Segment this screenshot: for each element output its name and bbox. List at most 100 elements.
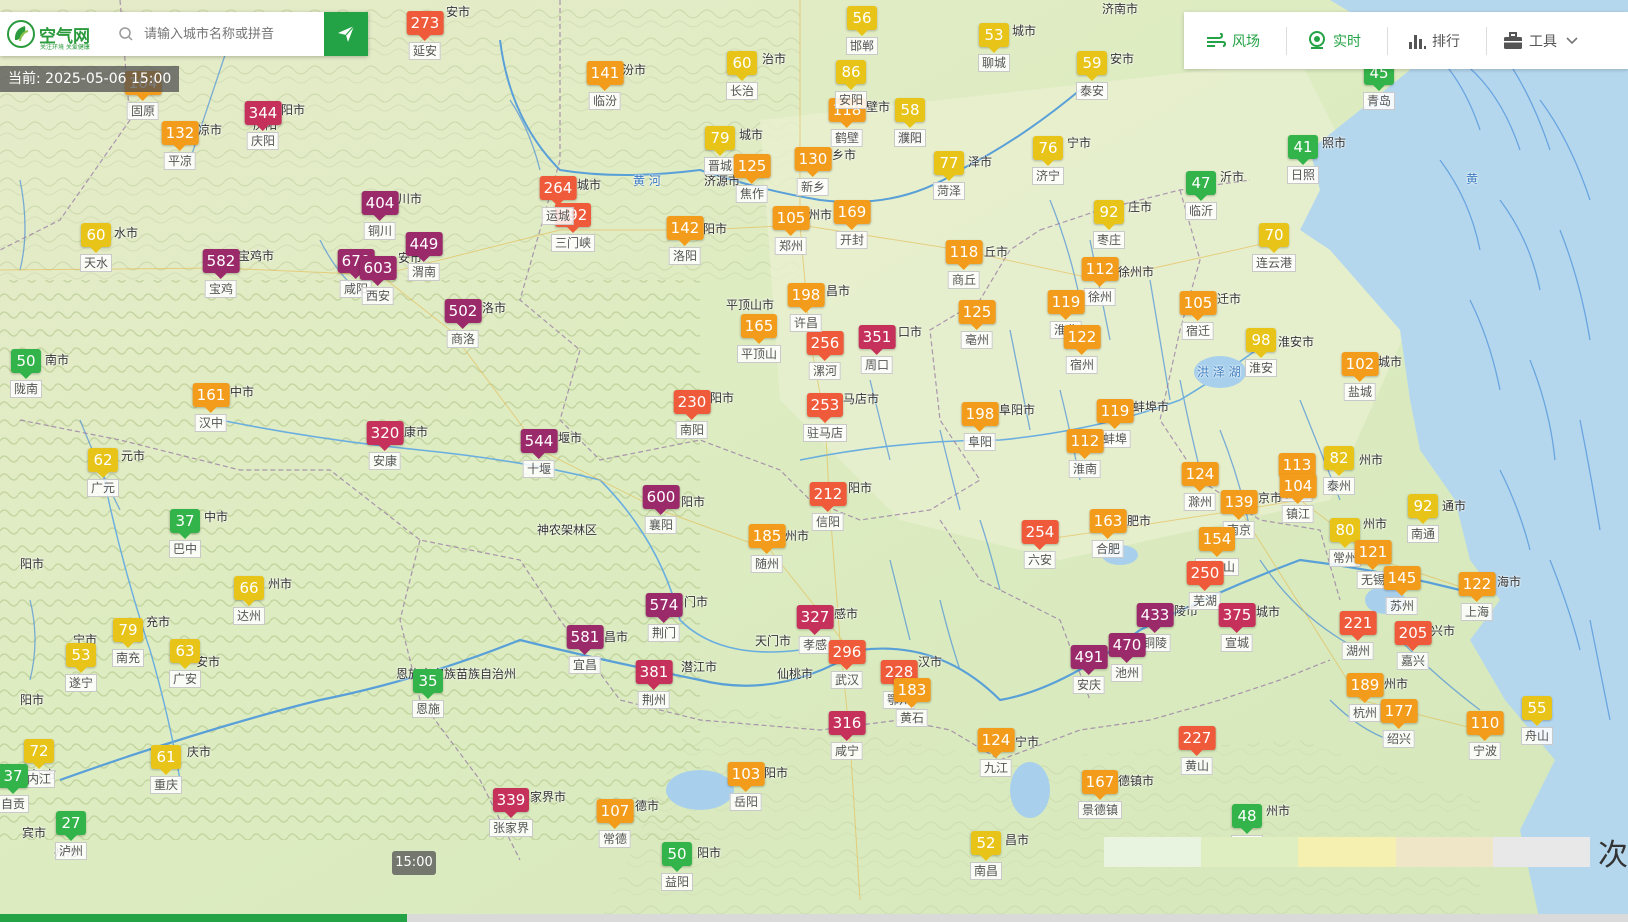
aqi-station-marker[interactable]: 198 许昌 bbox=[787, 283, 825, 332]
aqi-station-marker[interactable]: 77 菏泽 bbox=[932, 151, 966, 200]
search-submit-button[interactable] bbox=[324, 12, 368, 56]
aqi-station-marker[interactable]: 491 安庆 bbox=[1070, 645, 1108, 694]
aqi-station-marker[interactable]: 55 舟山 bbox=[1520, 696, 1554, 745]
aqi-station-marker[interactable]: 142 洛阳 bbox=[666, 216, 704, 265]
aqi-station-marker[interactable]: 316 咸宁 bbox=[828, 711, 866, 760]
aqi-station-marker[interactable]: 502 商洛 bbox=[444, 299, 482, 348]
aqi-station-marker[interactable]: 122 宿州 bbox=[1063, 325, 1101, 374]
aqi-station-marker[interactable]: 98 淮安 bbox=[1244, 328, 1278, 377]
aqi-station-marker[interactable]: 169 开封 bbox=[833, 200, 871, 249]
aqi-station-marker[interactable]: 105 宿迁 bbox=[1179, 291, 1217, 340]
aqi-station-marker[interactable]: 189 杭州 bbox=[1346, 673, 1384, 722]
aqi-station-marker[interactable]: 581 宜昌 bbox=[566, 625, 604, 674]
aqi-station-marker[interactable]: 50 陇南 bbox=[9, 349, 43, 398]
aqi-station-marker[interactable]: 381 荆州 bbox=[635, 660, 673, 709]
aqi-station-marker[interactable]: 351 周口 bbox=[858, 325, 896, 374]
aqi-station-marker[interactable]: 59 泰安 bbox=[1075, 51, 1109, 100]
aqi-station-marker[interactable]: 105 郑州 bbox=[772, 206, 810, 255]
aqi-station-marker[interactable]: 27 泸州 bbox=[54, 811, 88, 860]
aqi-station-marker[interactable]: 112 徐州 bbox=[1081, 257, 1119, 306]
site-logo[interactable]: 空气网 关注环境 关爱健康 bbox=[0, 12, 106, 56]
aqi-station-marker[interactable]: 62 广元 bbox=[86, 448, 120, 497]
aqi-station-marker[interactable]: 102 盐城 bbox=[1341, 352, 1379, 401]
aqi-station-marker[interactable]: 404 铜川 bbox=[361, 191, 399, 240]
aqi-station-marker[interactable]: 574 荆门 bbox=[645, 593, 683, 642]
aqi-station-marker[interactable]: 107 常德 bbox=[596, 799, 634, 848]
aqi-station-marker[interactable]: 124 九江 bbox=[977, 728, 1015, 777]
aqi-station-marker[interactable]: 122 上海 bbox=[1458, 572, 1496, 621]
aqi-station-marker[interactable]: 449 渭南 bbox=[405, 232, 443, 281]
aqi-station-marker[interactable]: 37 巴中 bbox=[168, 509, 202, 558]
aqi-station-marker[interactable]: 582 宝鸡 bbox=[202, 249, 240, 298]
aqi-station-marker[interactable]: 76 济宁 bbox=[1031, 136, 1065, 185]
timeline-slider[interactable] bbox=[0, 914, 1628, 922]
aqi-station-marker[interactable]: 37 自贡 bbox=[0, 764, 30, 813]
aqi-station-marker[interactable]: 125 焦作 bbox=[733, 154, 771, 203]
aqi-station-marker[interactable]: 470 池州 bbox=[1108, 633, 1146, 682]
aqi-station-marker[interactable]: 52 南昌 bbox=[969, 831, 1003, 880]
aqi-station-marker[interactable]: 92 南通 bbox=[1406, 494, 1440, 543]
aqi-station-marker[interactable]: 296 武汉 bbox=[828, 640, 866, 689]
aqi-station-marker[interactable]: 41 日照 bbox=[1286, 135, 1320, 184]
ranking-button[interactable]: 排行 bbox=[1408, 12, 1460, 69]
aqi-station-marker[interactable]: 110 宁波 bbox=[1466, 711, 1504, 760]
aqi-station-marker[interactable]: 92 枣庄 bbox=[1092, 200, 1126, 249]
aqi-station-marker[interactable]: 70 连云港 bbox=[1251, 223, 1297, 272]
aqi-station-marker[interactable]: 212 信阳 bbox=[809, 482, 847, 531]
aqi-station-marker[interactable]: 56 邯郸 bbox=[845, 6, 879, 55]
city-search-input[interactable] bbox=[142, 18, 326, 50]
aqi-station-marker[interactable]: 320 安康 bbox=[366, 421, 404, 470]
aqi-station-marker[interactable]: 161 汉中 bbox=[192, 383, 230, 432]
aqi-station-marker[interactable]: 104 镇江 bbox=[1279, 474, 1317, 523]
aqi-station-marker[interactable]: 60 天水 bbox=[79, 223, 113, 272]
aqi-station-marker[interactable]: 165 平顶山 bbox=[736, 314, 782, 363]
aqi-station-marker[interactable]: 58 濮阳 bbox=[893, 98, 927, 147]
aqi-station-marker[interactable]: 230 南阳 bbox=[673, 390, 711, 439]
aqi-station-marker[interactable]: 141 临汾 bbox=[586, 61, 624, 110]
aqi-station-marker[interactable]: 254 六安 bbox=[1021, 520, 1059, 569]
aqi-station-marker[interactable]: 221 湖州 bbox=[1339, 611, 1377, 660]
aqi-station-marker[interactable]: 256 漯河 bbox=[806, 331, 844, 380]
aqi-station-marker[interactable]: 50 益阳 bbox=[660, 842, 694, 891]
aqi-station-marker[interactable]: 205 嘉兴 bbox=[1394, 621, 1432, 670]
aqi-station-marker[interactable]: 47 临沂 bbox=[1184, 171, 1218, 220]
aqi-station-marker[interactable]: 339 张家界 bbox=[488, 788, 534, 837]
tools-dropdown[interactable]: 工具 bbox=[1503, 12, 1579, 69]
aqi-station-marker[interactable]: 79 晋城 bbox=[703, 126, 737, 175]
aqi-station-marker[interactable]: 79 南充 bbox=[111, 618, 145, 667]
aqi-station-marker[interactable]: 253 驻马店 bbox=[802, 393, 848, 442]
aqi-station-marker[interactable]: 145 苏州 bbox=[1383, 566, 1421, 615]
aqi-station-marker[interactable]: 167 景德镇 bbox=[1077, 770, 1123, 819]
aqi-station-marker[interactable]: 53 遂宁 bbox=[64, 643, 98, 692]
aqi-station-marker[interactable]: 118 商丘 bbox=[945, 240, 983, 289]
aqi-station-marker[interactable]: 132 平凉 bbox=[161, 121, 199, 170]
aqi-station-marker[interactable]: 86 安阳 bbox=[834, 60, 868, 109]
aqi-station-marker[interactable]: 112 淮南 bbox=[1066, 429, 1104, 478]
aqi-station-marker[interactable]: 603 西安 bbox=[359, 256, 397, 305]
aqi-station-marker[interactable]: 124 滁州 bbox=[1181, 462, 1219, 511]
aqi-station-marker[interactable]: 66 达州 bbox=[232, 576, 266, 625]
aqi-station-marker[interactable]: 53 聊城 bbox=[977, 23, 1011, 72]
aqi-station-marker[interactable]: 273 延安 bbox=[406, 11, 444, 60]
aqi-station-marker[interactable]: 375 宣城 bbox=[1218, 603, 1256, 652]
aqi-station-marker[interactable]: 82 泰州 bbox=[1322, 446, 1356, 495]
aqi-station-marker[interactable]: 227 黄山 bbox=[1178, 726, 1216, 775]
aqi-station-marker[interactable]: 264 运城 bbox=[539, 176, 577, 225]
aqi-station-marker[interactable]: 183 黄石 bbox=[893, 678, 931, 727]
aqi-station-marker[interactable]: 198 阜阳 bbox=[961, 402, 999, 451]
aqi-station-marker[interactable]: 35 恩施 bbox=[411, 669, 445, 718]
aqi-station-marker[interactable]: 60 长治 bbox=[725, 51, 759, 100]
aqi-station-marker[interactable]: 63 广安 bbox=[168, 639, 202, 688]
aqi-station-marker[interactable]: 544 十堰 bbox=[520, 429, 558, 478]
aqi-station-marker[interactable]: 185 随州 bbox=[748, 524, 786, 573]
aqi-station-marker[interactable]: 125 亳州 bbox=[958, 300, 996, 349]
wind-toggle-button[interactable]: 风场 bbox=[1206, 12, 1260, 69]
aqi-station-marker[interactable]: 344 庆阳 bbox=[244, 101, 282, 150]
aqi-station-marker[interactable]: 600 襄阳 bbox=[642, 485, 680, 534]
aqi-station-marker[interactable]: 177 绍兴 bbox=[1380, 699, 1418, 748]
realtime-button[interactable]: 实时 bbox=[1307, 12, 1361, 69]
aqi-station-marker[interactable]: 103 岳阳 bbox=[727, 762, 765, 811]
aqi-station-marker[interactable]: 61 重庆 bbox=[149, 745, 183, 794]
aqi-station-marker[interactable]: 163 合肥 bbox=[1089, 509, 1127, 558]
aqi-station-marker[interactable]: 130 新乡 bbox=[794, 147, 832, 196]
